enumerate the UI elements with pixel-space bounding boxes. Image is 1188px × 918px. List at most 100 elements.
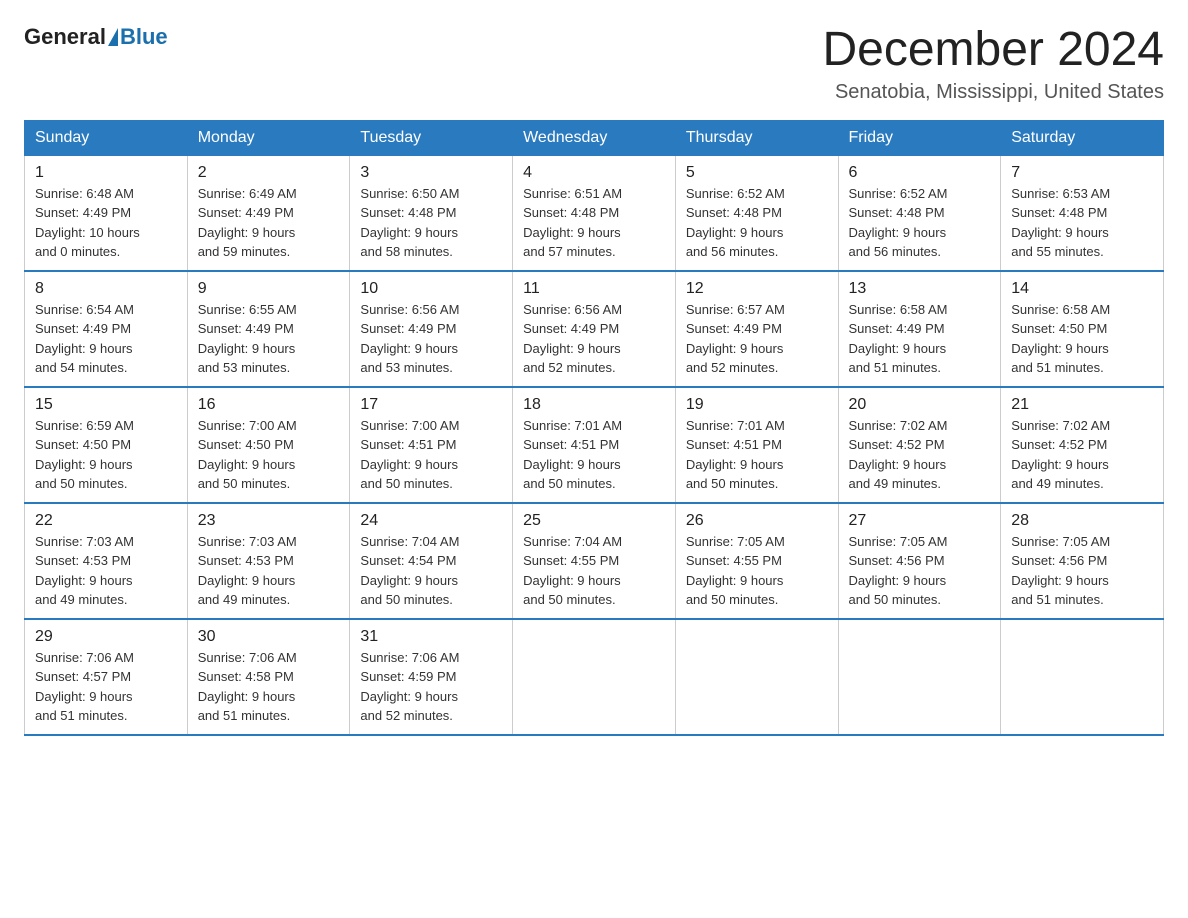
logo-triangle-icon bbox=[108, 28, 118, 46]
calendar-cell: 5 Sunrise: 6:52 AMSunset: 4:48 PMDayligh… bbox=[675, 155, 838, 271]
day-number: 28 bbox=[1011, 512, 1153, 530]
header-thursday: Thursday bbox=[675, 120, 838, 155]
day-info: Sunrise: 6:55 AMSunset: 4:49 PMDaylight:… bbox=[198, 300, 340, 378]
calendar-cell bbox=[675, 619, 838, 735]
calendar-week-row-2: 8 Sunrise: 6:54 AMSunset: 4:49 PMDayligh… bbox=[25, 271, 1164, 387]
header-sunday: Sunday bbox=[25, 120, 188, 155]
calendar-cell bbox=[838, 619, 1001, 735]
page-header: General Blue December 2024 Senatobia, Mi… bbox=[24, 24, 1164, 104]
month-title: December 2024 bbox=[822, 24, 1164, 77]
calendar-cell: 23 Sunrise: 7:03 AMSunset: 4:53 PMDaylig… bbox=[187, 503, 350, 619]
day-info: Sunrise: 7:02 AMSunset: 4:52 PMDaylight:… bbox=[849, 416, 991, 494]
day-number: 30 bbox=[198, 628, 340, 646]
day-number: 11 bbox=[523, 280, 665, 298]
calendar-cell: 26 Sunrise: 7:05 AMSunset: 4:55 PMDaylig… bbox=[675, 503, 838, 619]
calendar-week-row-4: 22 Sunrise: 7:03 AMSunset: 4:53 PMDaylig… bbox=[25, 503, 1164, 619]
location-title: Senatobia, Mississippi, United States bbox=[822, 81, 1164, 104]
calendar-cell: 7 Sunrise: 6:53 AMSunset: 4:48 PMDayligh… bbox=[1001, 155, 1164, 271]
day-info: Sunrise: 6:48 AMSunset: 4:49 PMDaylight:… bbox=[35, 184, 177, 262]
header-saturday: Saturday bbox=[1001, 120, 1164, 155]
calendar-cell: 21 Sunrise: 7:02 AMSunset: 4:52 PMDaylig… bbox=[1001, 387, 1164, 503]
calendar-cell: 16 Sunrise: 7:00 AMSunset: 4:50 PMDaylig… bbox=[187, 387, 350, 503]
day-number: 23 bbox=[198, 512, 340, 530]
day-number: 10 bbox=[360, 280, 502, 298]
day-info: Sunrise: 7:06 AMSunset: 4:59 PMDaylight:… bbox=[360, 648, 502, 726]
calendar-cell bbox=[1001, 619, 1164, 735]
calendar-cell: 11 Sunrise: 6:56 AMSunset: 4:49 PMDaylig… bbox=[513, 271, 676, 387]
logo-general-text: General bbox=[24, 24, 106, 50]
calendar-cell: 10 Sunrise: 6:56 AMSunset: 4:49 PMDaylig… bbox=[350, 271, 513, 387]
calendar-cell: 4 Sunrise: 6:51 AMSunset: 4:48 PMDayligh… bbox=[513, 155, 676, 271]
day-info: Sunrise: 7:05 AMSunset: 4:55 PMDaylight:… bbox=[686, 532, 828, 610]
day-number: 8 bbox=[35, 280, 177, 298]
day-number: 5 bbox=[686, 164, 828, 182]
day-info: Sunrise: 6:50 AMSunset: 4:48 PMDaylight:… bbox=[360, 184, 502, 262]
calendar-cell: 14 Sunrise: 6:58 AMSunset: 4:50 PMDaylig… bbox=[1001, 271, 1164, 387]
day-info: Sunrise: 7:05 AMSunset: 4:56 PMDaylight:… bbox=[849, 532, 991, 610]
day-number: 25 bbox=[523, 512, 665, 530]
day-info: Sunrise: 7:04 AMSunset: 4:54 PMDaylight:… bbox=[360, 532, 502, 610]
header-wednesday: Wednesday bbox=[513, 120, 676, 155]
day-info: Sunrise: 7:03 AMSunset: 4:53 PMDaylight:… bbox=[198, 532, 340, 610]
title-area: December 2024 Senatobia, Mississippi, Un… bbox=[822, 24, 1164, 104]
calendar-week-row-3: 15 Sunrise: 6:59 AMSunset: 4:50 PMDaylig… bbox=[25, 387, 1164, 503]
day-info: Sunrise: 6:58 AMSunset: 4:50 PMDaylight:… bbox=[1011, 300, 1153, 378]
day-info: Sunrise: 7:01 AMSunset: 4:51 PMDaylight:… bbox=[523, 416, 665, 494]
day-number: 9 bbox=[198, 280, 340, 298]
day-number: 12 bbox=[686, 280, 828, 298]
day-number: 6 bbox=[849, 164, 991, 182]
calendar-cell: 25 Sunrise: 7:04 AMSunset: 4:55 PMDaylig… bbox=[513, 503, 676, 619]
logo: General Blue bbox=[24, 24, 168, 50]
day-info: Sunrise: 6:52 AMSunset: 4:48 PMDaylight:… bbox=[686, 184, 828, 262]
calendar-table: Sunday Monday Tuesday Wednesday Thursday… bbox=[24, 120, 1164, 736]
day-number: 3 bbox=[360, 164, 502, 182]
day-info: Sunrise: 7:06 AMSunset: 4:57 PMDaylight:… bbox=[35, 648, 177, 726]
day-info: Sunrise: 6:52 AMSunset: 4:48 PMDaylight:… bbox=[849, 184, 991, 262]
day-info: Sunrise: 7:00 AMSunset: 4:50 PMDaylight:… bbox=[198, 416, 340, 494]
calendar-week-row-5: 29 Sunrise: 7:06 AMSunset: 4:57 PMDaylig… bbox=[25, 619, 1164, 735]
calendar-week-row-1: 1 Sunrise: 6:48 AMSunset: 4:49 PMDayligh… bbox=[25, 155, 1164, 271]
calendar-cell: 9 Sunrise: 6:55 AMSunset: 4:49 PMDayligh… bbox=[187, 271, 350, 387]
day-number: 15 bbox=[35, 396, 177, 414]
day-number: 2 bbox=[198, 164, 340, 182]
day-info: Sunrise: 7:00 AMSunset: 4:51 PMDaylight:… bbox=[360, 416, 502, 494]
day-info: Sunrise: 6:58 AMSunset: 4:49 PMDaylight:… bbox=[849, 300, 991, 378]
calendar-cell: 3 Sunrise: 6:50 AMSunset: 4:48 PMDayligh… bbox=[350, 155, 513, 271]
calendar-header-row: Sunday Monday Tuesday Wednesday Thursday… bbox=[25, 120, 1164, 155]
day-info: Sunrise: 7:06 AMSunset: 4:58 PMDaylight:… bbox=[198, 648, 340, 726]
day-number: 16 bbox=[198, 396, 340, 414]
calendar-cell: 13 Sunrise: 6:58 AMSunset: 4:49 PMDaylig… bbox=[838, 271, 1001, 387]
day-info: Sunrise: 6:51 AMSunset: 4:48 PMDaylight:… bbox=[523, 184, 665, 262]
logo-blue-text: Blue bbox=[120, 24, 168, 50]
day-number: 24 bbox=[360, 512, 502, 530]
day-info: Sunrise: 6:57 AMSunset: 4:49 PMDaylight:… bbox=[686, 300, 828, 378]
calendar-cell: 30 Sunrise: 7:06 AMSunset: 4:58 PMDaylig… bbox=[187, 619, 350, 735]
day-number: 4 bbox=[523, 164, 665, 182]
day-number: 22 bbox=[35, 512, 177, 530]
day-info: Sunrise: 6:49 AMSunset: 4:49 PMDaylight:… bbox=[198, 184, 340, 262]
day-number: 21 bbox=[1011, 396, 1153, 414]
day-number: 26 bbox=[686, 512, 828, 530]
calendar-cell: 6 Sunrise: 6:52 AMSunset: 4:48 PMDayligh… bbox=[838, 155, 1001, 271]
calendar-cell: 2 Sunrise: 6:49 AMSunset: 4:49 PMDayligh… bbox=[187, 155, 350, 271]
day-number: 27 bbox=[849, 512, 991, 530]
calendar-cell: 17 Sunrise: 7:00 AMSunset: 4:51 PMDaylig… bbox=[350, 387, 513, 503]
day-info: Sunrise: 7:04 AMSunset: 4:55 PMDaylight:… bbox=[523, 532, 665, 610]
day-info: Sunrise: 6:56 AMSunset: 4:49 PMDaylight:… bbox=[360, 300, 502, 378]
day-info: Sunrise: 7:03 AMSunset: 4:53 PMDaylight:… bbox=[35, 532, 177, 610]
day-number: 7 bbox=[1011, 164, 1153, 182]
header-monday: Monday bbox=[187, 120, 350, 155]
calendar-cell: 19 Sunrise: 7:01 AMSunset: 4:51 PMDaylig… bbox=[675, 387, 838, 503]
day-info: Sunrise: 6:56 AMSunset: 4:49 PMDaylight:… bbox=[523, 300, 665, 378]
day-info: Sunrise: 7:01 AMSunset: 4:51 PMDaylight:… bbox=[686, 416, 828, 494]
calendar-cell: 31 Sunrise: 7:06 AMSunset: 4:59 PMDaylig… bbox=[350, 619, 513, 735]
day-info: Sunrise: 6:59 AMSunset: 4:50 PMDaylight:… bbox=[35, 416, 177, 494]
day-number: 29 bbox=[35, 628, 177, 646]
day-number: 18 bbox=[523, 396, 665, 414]
calendar-cell: 8 Sunrise: 6:54 AMSunset: 4:49 PMDayligh… bbox=[25, 271, 188, 387]
calendar-cell: 28 Sunrise: 7:05 AMSunset: 4:56 PMDaylig… bbox=[1001, 503, 1164, 619]
day-number: 19 bbox=[686, 396, 828, 414]
day-info: Sunrise: 6:53 AMSunset: 4:48 PMDaylight:… bbox=[1011, 184, 1153, 262]
day-number: 31 bbox=[360, 628, 502, 646]
calendar-cell: 27 Sunrise: 7:05 AMSunset: 4:56 PMDaylig… bbox=[838, 503, 1001, 619]
